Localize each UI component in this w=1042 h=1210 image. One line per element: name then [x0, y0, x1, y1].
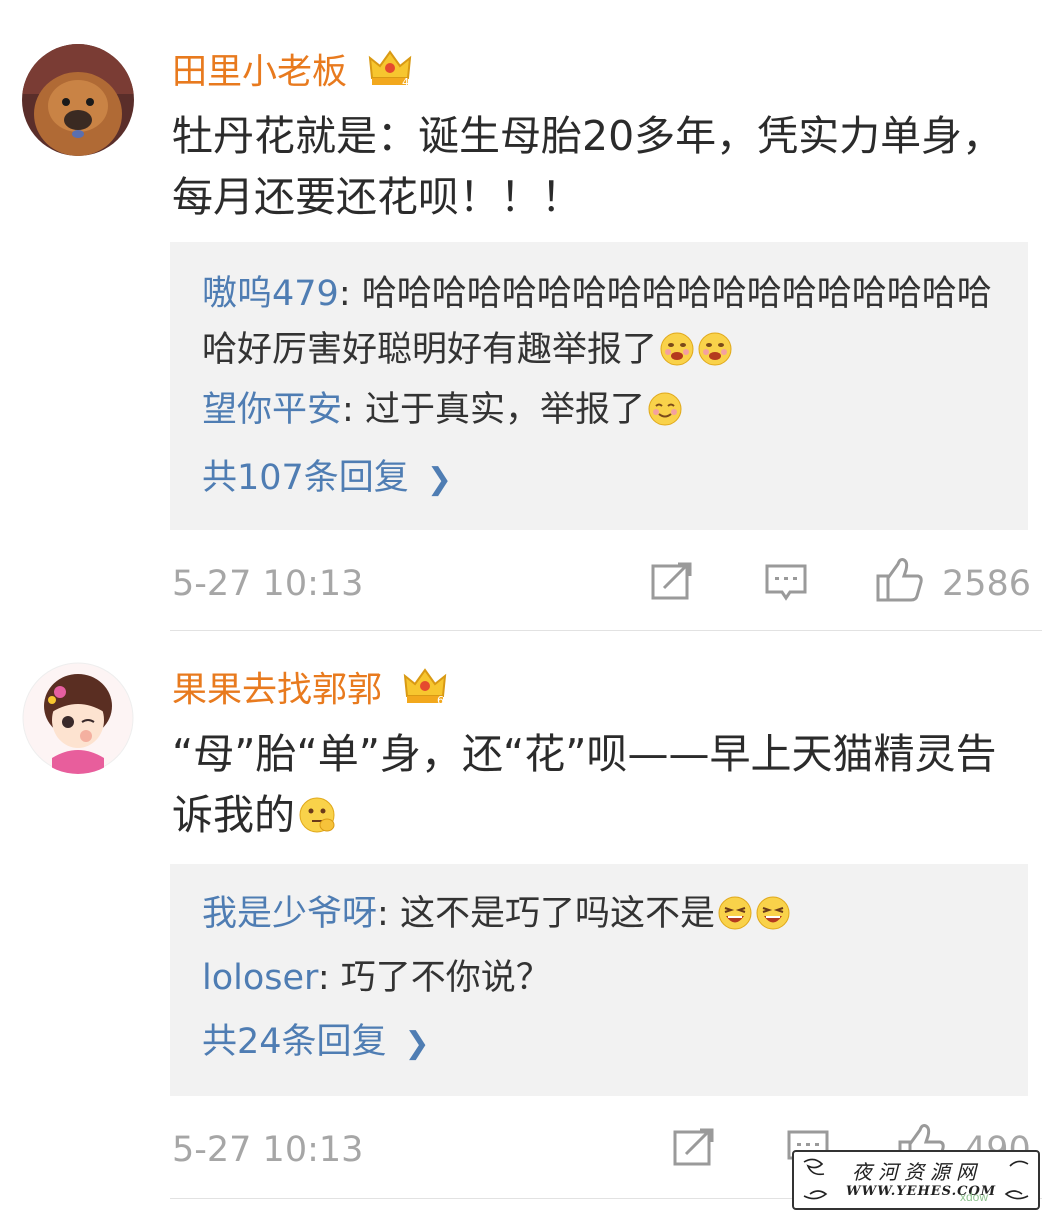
emoji-icon [297, 791, 337, 833]
like-count: 2586 [942, 564, 1032, 604]
chevron-right-icon: ❯ [404, 1026, 430, 1061]
comment-content: 牡丹花就是：诞生母胎20多年，凭实力单身，每月还要还花呗！！！ [172, 106, 1022, 228]
reply-text: 巧了不你说？ [340, 958, 551, 998]
reply-item[interactable]: loloser: 巧了不你说？ [202, 950, 1002, 1006]
reply-item[interactable]: 我是少爷呀: 这不是巧了吗这不是 [202, 886, 1002, 942]
reply-separator: : [342, 390, 365, 430]
reply-box[interactable]: 我是少爷呀: 这不是巧了吗这不是 loloser: 巧了不你说？ 共24条回复 ❯ [170, 864, 1028, 1096]
reply-text: 这不是巧了吗这不是 [399, 894, 715, 934]
reply-separator: : [338, 274, 362, 314]
timestamp: 5-27 10:13 [172, 564, 364, 604]
reply-box[interactable]: 嗷呜479: 哈哈哈哈哈哈哈哈哈哈哈哈哈哈哈哈哈哈哈好厉害好聪明好有趣举报了 望… [170, 242, 1028, 530]
svg-text:6: 6 [437, 694, 444, 706]
comment-text: “母”胎“单”身，还“花”呗——早上天猫精灵告诉我的 [172, 730, 997, 839]
more-replies-link[interactable]: 共107条回复 ❯ [202, 456, 452, 502]
reply-text: 过于真实，举报了 [364, 390, 645, 430]
comment-item: 田里小老板 4 牡丹花就是：诞生母胎20多年，凭实力单身，每月还要还花呗！！！ … [0, 0, 1042, 632]
reply-separator: : [377, 894, 400, 934]
comment-icon[interactable] [764, 562, 808, 606]
username[interactable]: 果果去找郭郭 6 [172, 666, 447, 717]
divider [170, 630, 1042, 631]
reply-username[interactable]: 望你平安 [202, 390, 342, 430]
watermark: 夜河资源网 WWW.YEHES.COM xdow [792, 1150, 1040, 1210]
reply-item[interactable]: 嗷呜479: 哈哈哈哈哈哈哈哈哈哈哈哈哈哈哈哈哈哈哈好厉害好聪明好有趣举报了 [202, 266, 1002, 378]
reply-username[interactable]: 嗷呜479 [202, 274, 339, 314]
emoji-icon [659, 328, 695, 366]
comment-text: 牡丹花就是：诞生母胎20多年，凭实力单身，每月还要还花呗！！！ [172, 112, 1004, 221]
emoji-icon [697, 328, 733, 366]
like-icon[interactable] [876, 556, 924, 606]
reply-username[interactable]: loloser [202, 958, 318, 998]
crown-icon: 4 [368, 48, 412, 99]
more-replies-text[interactable]: 共24条回复 [202, 1022, 387, 1062]
chevron-right-icon: ❯ [426, 462, 452, 497]
repost-icon[interactable] [650, 562, 694, 606]
reply-username[interactable]: 我是少爷呀 [202, 894, 377, 934]
watermark-tag: xdow [960, 1190, 989, 1204]
comment-item: 果果去找郭郭 6 “母”胎“单”身，还“花”呗——早上天猫精灵告诉我的 我是少爷… [0, 632, 1042, 1210]
crown-icon: 6 [403, 666, 447, 717]
username-text[interactable]: 果果去找郭郭 [172, 671, 382, 711]
timestamp: 5-27 10:13 [172, 1130, 364, 1170]
emoji-icon [755, 892, 791, 930]
username-text[interactable]: 田里小老板 [172, 53, 347, 93]
reply-item[interactable]: 望你平安: 过于真实，举报了 [202, 382, 1002, 438]
emoji-icon [647, 388, 683, 426]
comment-content: “母”胎“单”身，还“花”呗——早上天猫精灵告诉我的 [172, 724, 1022, 846]
emoji-icon [717, 892, 753, 930]
more-replies-text[interactable]: 共107条回复 [202, 458, 409, 498]
username[interactable]: 田里小老板 4 [172, 48, 412, 99]
svg-text:4: 4 [402, 76, 409, 88]
avatar[interactable] [22, 662, 134, 774]
watermark-title: 夜河资源网 [852, 1160, 982, 1184]
repost-icon[interactable] [672, 1128, 716, 1172]
reply-separator: : [317, 958, 341, 998]
more-replies-link[interactable]: 共24条回复 ❯ [202, 1020, 430, 1066]
avatar[interactable] [22, 44, 134, 156]
